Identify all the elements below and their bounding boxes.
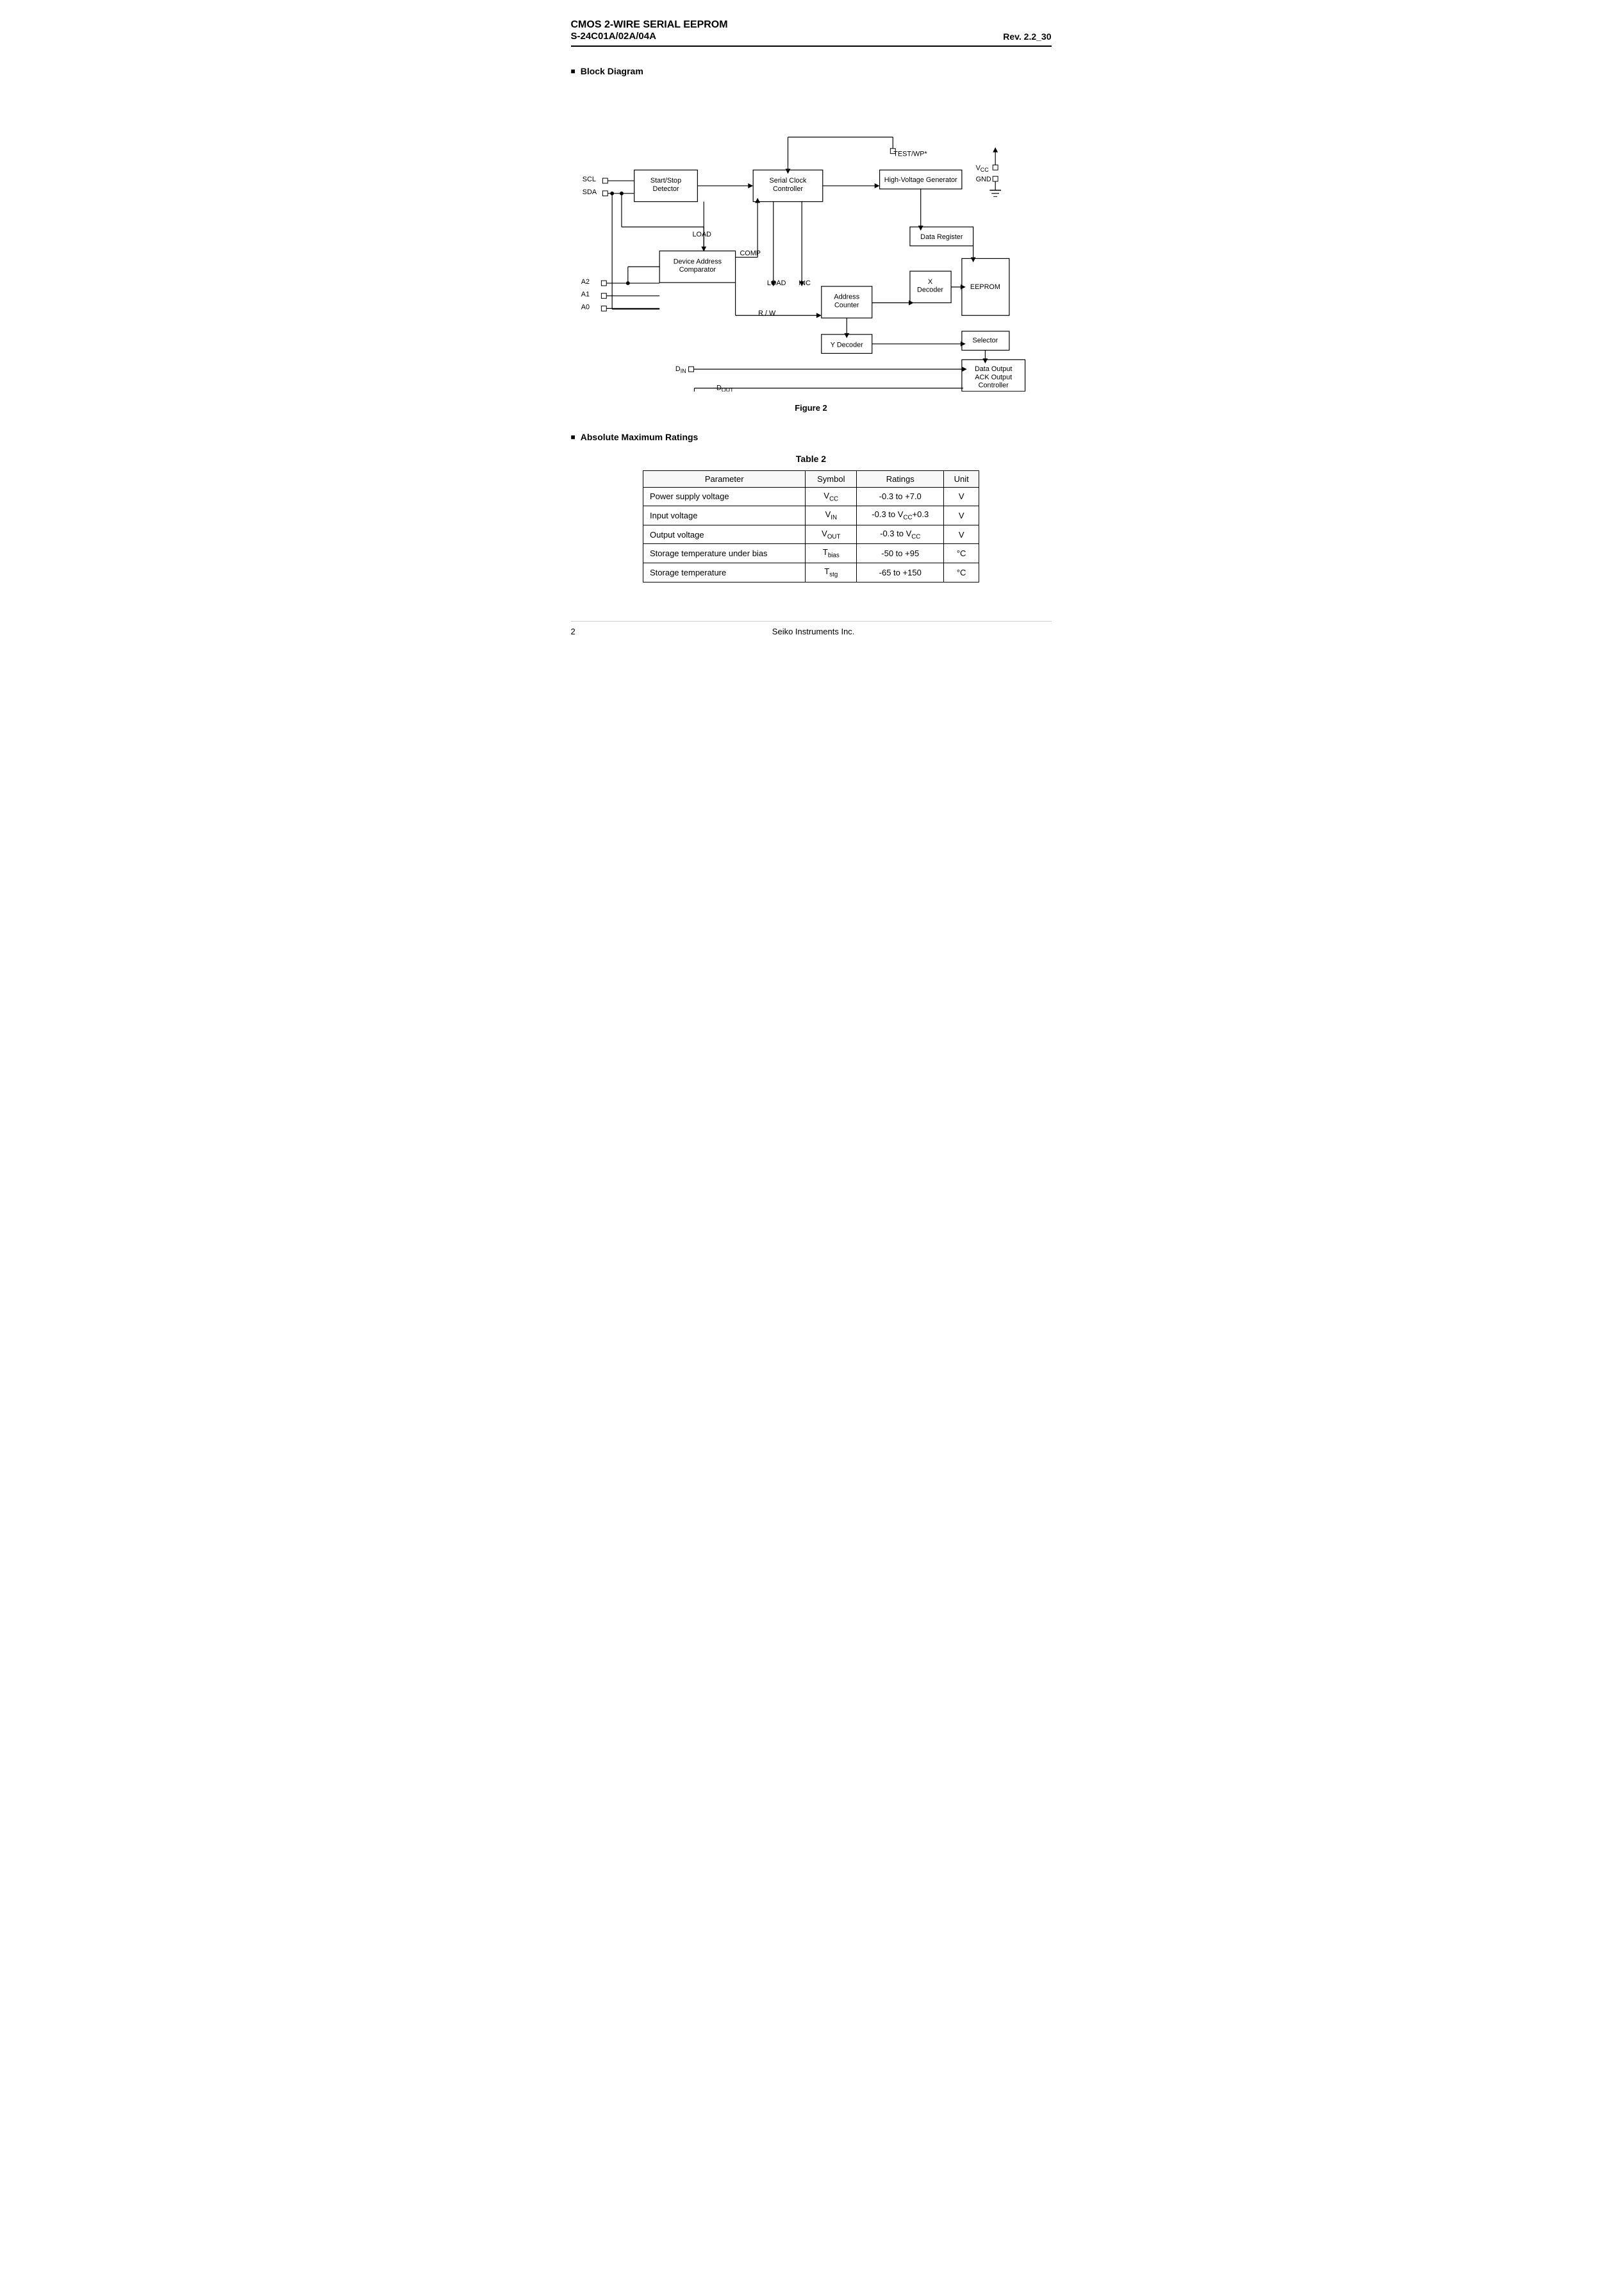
sda-label: SDA [582,188,597,196]
svg-text:EEPROM: EEPROM [970,283,1000,291]
page-footer: 2 Seiko Instruments Inc. [571,621,1052,636]
header-revision: Rev. 2.2_30 [1003,31,1051,42]
table-row: Power supply voltage VCC -0.3 to +7.0 V [643,487,979,506]
svg-text:LOAD: LOAD [692,231,711,238]
svg-text:Y Decoder: Y Decoder [830,342,863,349]
col-header-ratings: Ratings [857,470,944,487]
svg-text:Serial Clock: Serial Clock [769,177,806,185]
page-number: 2 [571,627,575,636]
figure-label: Figure 2 [571,403,1052,413]
svg-text:Address: Address [834,293,859,301]
col-header-symbol: Symbol [806,470,857,487]
table-row: Storage temperature Tstg -65 to +150 °C [643,563,979,582]
col-header-parameter: Parameter [643,470,806,487]
svg-text:VCC: VCC [975,164,989,173]
svg-text:Decoder: Decoder [917,286,943,294]
company-name: Seiko Instruments Inc. [772,627,855,636]
svg-text:D: D [675,365,680,373]
svg-text:TEST/WP*: TEST/WP* [893,151,927,158]
svg-text:A2: A2 [581,278,589,286]
col-header-unit: Unit [944,470,979,487]
svg-text:Data Output: Data Output [974,365,1011,373]
table-row: Input voltage VIN -0.3 to VCC+0.3 V [643,506,979,525]
svg-text:A1: A1 [581,291,589,299]
svg-text:Comparator: Comparator [679,266,716,274]
table-row: Storage temperature under bias Tbias -50… [643,544,979,563]
ratings-table: Parameter Symbol Ratings Unit Power supp… [643,470,979,582]
svg-text:Device Address: Device Address [673,258,722,265]
svg-text:ACK Output: ACK Output [975,374,1012,381]
block-diagram: SCL SDA Start/Stop Detector Serial Clock… [571,88,1052,393]
page-header: CMOS 2-WIRE SERIAL EEPROM S-24C01A/02A/0… [571,19,1052,47]
section-ratings: Absolute Maximum Ratings [571,432,1052,442]
svg-text:Start/Stop: Start/Stop [650,177,681,185]
svg-text:Controller: Controller [978,382,1008,390]
svg-text:GND: GND [975,176,991,183]
table-row: Output voltage VOUT -0.3 to VCC V [643,525,979,544]
svg-text:Selector: Selector [972,337,998,345]
svg-text:IN: IN [680,368,686,374]
section-block-diagram: Block Diagram [571,66,1052,76]
svg-text:Controller: Controller [772,185,802,193]
svg-text:Detector: Detector [652,185,679,193]
svg-text:A0: A0 [581,303,589,311]
svg-text:OUT: OUT [721,387,733,392]
svg-text:High-Voltage Generator: High-Voltage Generator [884,176,957,184]
svg-text:Data Register: Data Register [920,233,963,241]
svg-text:X: X [927,278,932,286]
scl-label: SCL [582,176,595,183]
svg-text:LOAD: LOAD [766,279,786,287]
header-title-line1: CMOS 2-WIRE SERIAL EEPROM [571,19,1052,31]
svg-text:Counter: Counter [834,301,859,309]
table-label: Table 2 [571,454,1052,464]
header-title-line2: S-24C01A/02A/04A [571,31,656,42]
svg-text:R / W: R / W [758,310,776,317]
